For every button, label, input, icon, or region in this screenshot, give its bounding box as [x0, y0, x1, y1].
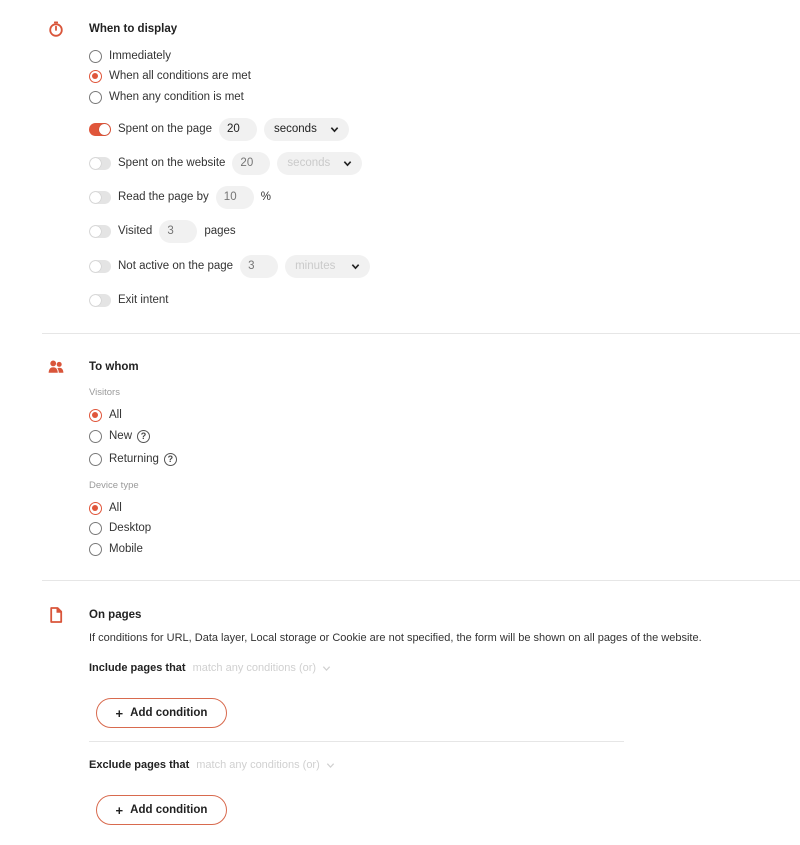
radio-visitors-new[interactable]: New ? — [89, 428, 151, 444]
radio-circle[interactable] — [89, 521, 102, 535]
device-type-label: Device type — [89, 480, 139, 491]
radio-any-condition[interactable]: When any condition is met — [89, 89, 244, 105]
button-label: Add condition — [130, 707, 208, 719]
include-pages-row: Include pages that match any conditions … — [89, 662, 331, 674]
trigger-label: Read the page by — [118, 191, 209, 203]
plus-icon: + — [115, 705, 124, 721]
chevron-down-icon — [330, 126, 339, 132]
trigger-label: Not active on the page — [118, 260, 234, 272]
spent-on-website-input[interactable] — [232, 151, 271, 175]
trigger-spent-on-page: Spent on the page seconds — [89, 117, 349, 141]
radio-label: Returning — [109, 453, 159, 465]
exit-intent-toggle[interactable] — [89, 293, 111, 307]
exclude-pages-row: Exclude pages that match any conditions … — [89, 759, 335, 771]
radio-label: All — [109, 502, 122, 514]
read-page-input[interactable] — [215, 185, 254, 209]
help-icon[interactable]: ? — [137, 429, 151, 443]
visited-input[interactable] — [159, 219, 198, 243]
spent-on-page-unit-select[interactable]: seconds — [264, 117, 349, 141]
inner-divider — [89, 741, 624, 742]
chevron-down-icon — [351, 263, 360, 269]
on-pages-description: If conditions for URL, Data layer, Local… — [89, 632, 702, 644]
when-to-display-title: When to display — [89, 23, 178, 35]
trigger-not-active: Not active on the page minutes — [89, 254, 371, 278]
radio-label: Desktop — [109, 522, 152, 534]
select-value: minutes — [295, 260, 336, 272]
chevron-down-icon — [344, 160, 352, 166]
radio-label: Immediately — [109, 50, 171, 62]
add-exclude-condition-button[interactable]: + Add condition — [96, 795, 227, 825]
pages-unit: pages — [204, 225, 236, 237]
exclude-match-select[interactable]: match any conditions (or) — [196, 759, 335, 771]
select-value: seconds — [274, 123, 317, 135]
select-value: match any conditions (or) — [196, 759, 320, 771]
add-include-condition-button[interactable]: + Add condition — [96, 698, 227, 728]
timer-icon — [49, 21, 63, 37]
document-icon — [50, 607, 63, 623]
on-pages-title: On pages — [89, 609, 142, 621]
users-icon — [48, 360, 64, 373]
radio-visitors-returning[interactable]: Returning ? — [89, 451, 177, 467]
radio-label: When all conditions are met — [109, 70, 251, 82]
radio-label: All — [109, 409, 122, 421]
spent-on-page-input[interactable] — [219, 117, 257, 141]
trigger-label: Visited — [118, 225, 153, 237]
radio-circle[interactable] — [89, 501, 102, 515]
button-label: Add condition — [130, 804, 208, 816]
not-active-input[interactable] — [240, 254, 279, 278]
trigger-spent-on-website: Spent on the website seconds — [89, 151, 363, 175]
to-whom-title: To whom — [89, 361, 139, 373]
not-active-unit-select[interactable]: minutes — [285, 254, 371, 278]
radio-label: When any condition is met — [109, 91, 244, 103]
trigger-visited: Visited pages — [89, 219, 236, 243]
radio-circle[interactable] — [89, 452, 102, 466]
radio-all-conditions[interactable]: When all conditions are met — [89, 68, 251, 84]
radio-device-mobile[interactable]: Mobile — [89, 541, 143, 557]
help-icon[interactable]: ? — [163, 452, 177, 466]
radio-circle[interactable] — [89, 90, 102, 104]
exclude-pages-label: Exclude pages that — [89, 759, 190, 771]
radio-circle[interactable] — [89, 49, 102, 63]
select-value: match any conditions (or) — [192, 662, 317, 674]
plus-icon: + — [115, 802, 124, 818]
include-pages-label: Include pages that — [89, 662, 186, 674]
read-page-toggle[interactable] — [89, 190, 111, 204]
percent-unit: % — [260, 191, 272, 203]
spent-on-website-toggle[interactable] — [89, 156, 111, 170]
trigger-read-page: Read the page by % — [89, 185, 271, 209]
chevron-down-icon — [326, 762, 334, 768]
trigger-label: Spent on the website — [118, 157, 226, 169]
section-divider — [42, 580, 800, 581]
radio-circle[interactable] — [89, 69, 102, 83]
spent-on-website-unit-select[interactable]: seconds — [277, 151, 363, 175]
chevron-down-icon — [322, 665, 331, 671]
radio-label: Mobile — [109, 543, 143, 555]
not-active-toggle[interactable] — [89, 259, 111, 273]
visited-toggle[interactable] — [89, 224, 111, 238]
radio-immediately[interactable]: Immediately — [89, 48, 171, 64]
section-divider — [42, 333, 800, 334]
trigger-label: Spent on the page — [118, 123, 212, 135]
trigger-label: Exit intent — [118, 294, 169, 306]
radio-visitors-all[interactable]: All — [89, 407, 122, 423]
radio-circle[interactable] — [89, 408, 102, 422]
trigger-exit-intent: Exit intent — [89, 288, 169, 312]
radio-label: New — [109, 430, 133, 442]
include-match-select[interactable]: match any conditions (or) — [193, 662, 332, 674]
select-value: seconds — [287, 157, 331, 169]
radio-circle[interactable] — [89, 429, 102, 443]
visitors-label: Visitors — [89, 387, 120, 398]
radio-circle[interactable] — [89, 542, 102, 556]
radio-device-all[interactable]: All — [89, 500, 122, 516]
radio-device-desktop[interactable]: Desktop — [89, 520, 151, 536]
spent-on-page-toggle[interactable] — [89, 122, 111, 136]
